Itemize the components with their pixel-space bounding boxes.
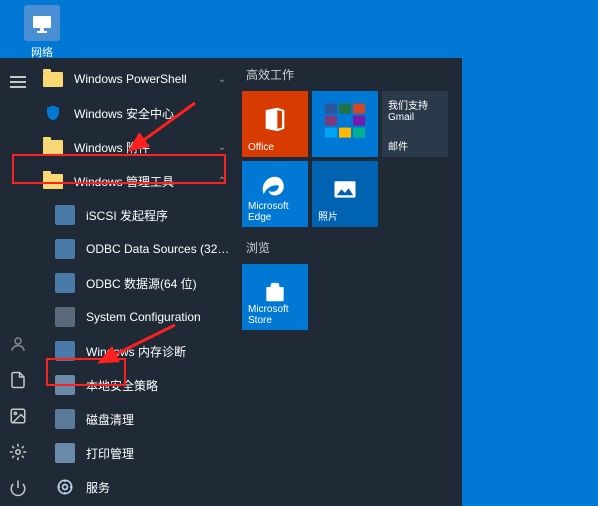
app-item-label: iSCSI 发起程序 — [86, 207, 232, 224]
print-icon — [54, 442, 76, 464]
app-item-8[interactable]: Windows 内存诊断 — [36, 334, 232, 368]
tile-edge[interactable]: Microsoft Edge — [242, 161, 308, 227]
ms-apps-icon — [325, 104, 365, 138]
sysconfig-icon — [54, 306, 76, 328]
tiles-section-header-2: 浏览 — [246, 239, 452, 256]
app-item-label: 磁盘清理 — [86, 411, 232, 428]
tile-photo[interactable]: 照片 — [312, 161, 378, 227]
tile-mail[interactable]: 我们支持 Gmail 邮件 — [382, 91, 448, 157]
app-list[interactable]: Windows PowerShell⌄Windows 安全中心Windows 附… — [36, 58, 232, 506]
services-icon — [54, 476, 76, 498]
app-item-11[interactable]: 打印管理 — [36, 436, 232, 470]
start-rail — [0, 58, 36, 506]
app-item-label: 服务 — [86, 479, 232, 496]
odbc-icon — [54, 272, 76, 294]
chevron-up-icon: ⌃ — [212, 176, 232, 187]
app-item-0[interactable]: Windows PowerShell⌄ — [36, 62, 232, 96]
app-item-7[interactable]: System Configuration — [36, 300, 232, 334]
app-item-4[interactable]: iSCSI 发起程序 — [36, 198, 232, 232]
folder-icon — [42, 170, 64, 192]
shield-icon — [42, 102, 64, 124]
app-item-2[interactable]: Windows 附件⌄ — [36, 130, 232, 164]
tiles-section-header: 高效工作 — [246, 66, 452, 83]
odbc-icon — [54, 238, 76, 260]
network-icon — [24, 5, 60, 41]
app-item-label: 本地安全策略 — [86, 377, 232, 394]
chevron-down-icon: ⌄ — [212, 74, 232, 85]
documents-icon[interactable] — [0, 362, 36, 398]
folder-icon — [42, 136, 64, 158]
app-item-9[interactable]: 本地安全策略 — [36, 368, 232, 402]
start-menu: Windows PowerShell⌄Windows 安全中心Windows 附… — [0, 58, 462, 506]
folder-icon — [42, 68, 64, 90]
app-item-label: 打印管理 — [86, 445, 232, 462]
office-icon — [261, 105, 289, 136]
settings-icon[interactable] — [0, 434, 36, 470]
photo-icon — [331, 175, 359, 206]
app-item-label: Windows 安全中心 — [74, 105, 232, 122]
app-item-label: Windows 附件 — [74, 139, 212, 156]
app-item-label: ODBC 数据源(64 位) — [86, 275, 232, 292]
chevron-down-icon: ⌄ — [212, 142, 232, 153]
app-item-label: Windows 内存诊断 — [86, 343, 232, 360]
app-item-label: Windows 管理工具 — [74, 173, 212, 190]
app-item-5[interactable]: ODBC Data Sources (32-bit) — [36, 232, 232, 266]
app-item-label: Windows PowerShell — [74, 72, 212, 86]
app-item-label: System Configuration — [86, 310, 232, 324]
user-icon[interactable] — [0, 326, 36, 362]
tile-ms-apps[interactable] — [312, 91, 378, 157]
iscsi-icon — [54, 204, 76, 226]
power-icon[interactable] — [0, 470, 36, 506]
desktop-network-icon[interactable]: 网络 — [12, 5, 72, 60]
security-icon — [54, 374, 76, 396]
app-item-12[interactable]: 服务 — [36, 470, 232, 504]
app-item-3[interactable]: Windows 管理工具⌃ — [36, 164, 232, 198]
app-item-label: ODBC Data Sources (32-bit) — [86, 242, 232, 256]
app-item-10[interactable]: 磁盘清理 — [36, 402, 232, 436]
tile-office[interactable]: Office — [242, 91, 308, 157]
hamburger-icon[interactable] — [0, 64, 36, 100]
diskclean-icon — [54, 408, 76, 430]
app-item-1[interactable]: Windows 安全中心 — [36, 96, 232, 130]
tiles-panel: 高效工作 Office 我们支持 Gmail 邮件 — [232, 58, 462, 506]
app-item-6[interactable]: ODBC 数据源(64 位) — [36, 266, 232, 300]
memory-icon — [54, 340, 76, 362]
tile-store[interactable]: Microsoft Store — [242, 264, 308, 330]
pictures-icon[interactable] — [0, 398, 36, 434]
